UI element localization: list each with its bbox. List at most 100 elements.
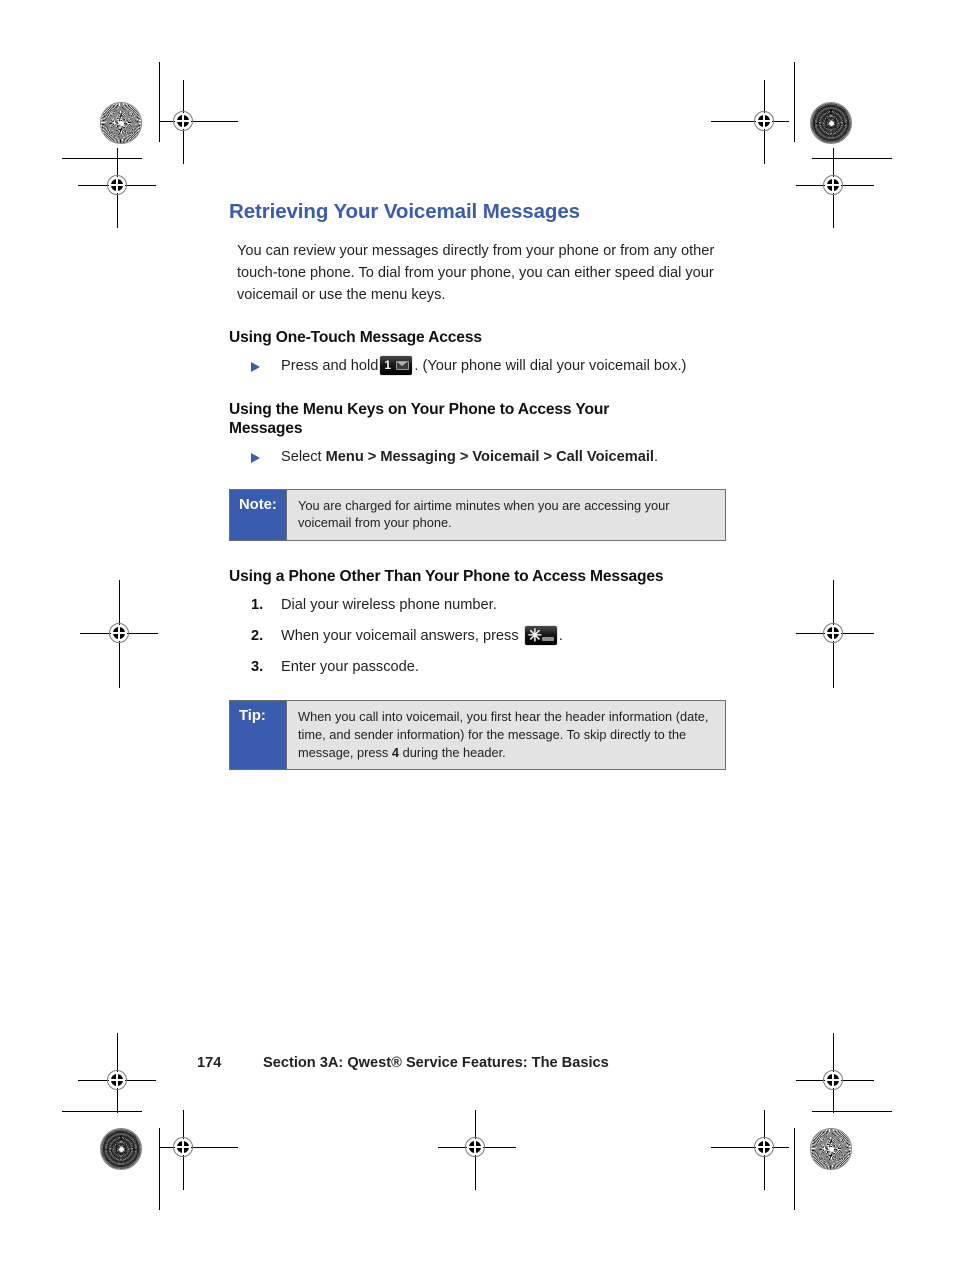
registration-mark-middle-right — [796, 580, 874, 688]
key-star-glyph: ✳ — [527, 625, 542, 645]
crop-line-bottom-left-horizontal — [62, 1111, 142, 1112]
subheading-menu-keys: Using the Menu Keys on Your Phone to Acc… — [229, 400, 610, 438]
bullet-prefix-text: Press and hold — [281, 357, 379, 374]
step-text: Enter your passcode. — [281, 658, 419, 675]
reg-core — [175, 113, 191, 129]
reg-ring — [465, 1137, 485, 1157]
rosette-burst — [101, 1129, 141, 1169]
rosette-target-top-left — [100, 102, 142, 144]
note-text: You are charged for airtime minutes when… — [287, 489, 725, 541]
note-callout: Note: You are charged for airtime minute… — [229, 488, 726, 542]
registration-mark-bottom-right-inner — [711, 1110, 789, 1190]
reg-core — [756, 113, 772, 129]
reg-core — [825, 177, 841, 193]
triangle-bullet-icon — [251, 452, 260, 463]
rosette-hub — [828, 1146, 834, 1152]
reg-vertical-line — [119, 580, 120, 688]
tip-label: Tip: — [230, 701, 287, 770]
reg-core — [175, 1139, 191, 1155]
step-suffix-text: . — [558, 627, 563, 644]
reg-core — [109, 177, 125, 193]
key-dash-glyph — [541, 636, 554, 641]
reg-ring — [823, 1070, 843, 1090]
reg-horizontal-line — [796, 185, 874, 186]
reg-horizontal-line — [78, 1080, 156, 1081]
key-digit-label: 1 — [384, 357, 392, 372]
reg-horizontal-line — [438, 1147, 516, 1148]
reg-vertical-line — [117, 148, 118, 228]
bullet-item-text: Select Menu > Messaging > Voicemail > Ca… — [281, 447, 729, 469]
reg-horizontal-line — [796, 633, 874, 634]
bullet-list-one-touch: Press and hold 1 . (Your phone will dial y… — [229, 355, 729, 378]
step-number: 2. — [251, 627, 264, 644]
reg-core — [825, 1072, 841, 1088]
step-number: 3. — [251, 658, 264, 675]
reg-vertical-line — [833, 580, 834, 688]
key-envelope-glyph — [396, 360, 410, 370]
bullet-list-menu-keys: Select Menu > Messaging > Voicemail > Ca… — [229, 447, 729, 469]
step-number: 1. — [251, 596, 264, 613]
reg-vertical-line — [833, 1033, 834, 1113]
registration-mark-top-right-outer — [796, 148, 874, 228]
list-item: 1. Dial your wireless phone number. — [229, 595, 729, 617]
tip-emphasis-key: 4 — [391, 744, 400, 760]
reg-ring — [173, 1137, 193, 1157]
rosette-hub — [828, 120, 834, 126]
reg-vertical-line — [117, 1033, 118, 1113]
intro-paragraph: You can review your messages directly fr… — [237, 242, 715, 303]
numbered-step-list: 1. Dial your wireless phone number. 2. W… — [229, 595, 729, 679]
reg-vertical-line — [183, 80, 184, 164]
reg-horizontal-line — [796, 1080, 874, 1081]
registration-mark-bottom-left-outer — [78, 1033, 156, 1113]
page-footer: 174 Section 3A: Qwest® Service Features:… — [197, 1055, 609, 1071]
subheading-one-touch-access: Using One-Touch Message Access — [229, 329, 482, 347]
reg-horizontal-line — [160, 121, 238, 122]
step-text: Dial your wireless phone number. — [281, 596, 497, 613]
reg-horizontal-line — [711, 121, 789, 122]
triangle-bullet-icon — [251, 361, 260, 372]
rosette-target-top-right — [810, 102, 852, 144]
crop-line-bottom-right-horizontal — [812, 1111, 892, 1112]
rosette-hub — [118, 1146, 124, 1152]
reg-core — [467, 1139, 483, 1155]
registration-mark-top-left-outer — [78, 148, 156, 228]
note-label: Note: — [230, 489, 287, 541]
reg-core — [109, 1072, 125, 1088]
registration-mark-middle-left — [80, 580, 158, 688]
bullet-suffix-text: . — [653, 448, 659, 465]
tip-callout: Tip: When you call into voicemail, you f… — [229, 700, 726, 771]
registration-mark-top-right-inner — [711, 80, 789, 164]
footer-page-number: 174 — [197, 1055, 222, 1071]
star-key-icon: ✳ — [524, 625, 557, 645]
reg-vertical-line — [764, 80, 765, 164]
page-title: Retrieving Your Voicemail Messages — [229, 200, 580, 223]
tip-text: When you call into voicemail, you first … — [287, 701, 725, 770]
list-item: 2. When your voicemail answers, press ✳. — [229, 625, 729, 648]
crop-line-top-left-vertical — [159, 62, 160, 142]
rosette-hub — [118, 120, 124, 126]
registration-mark-top-left-inner — [160, 80, 238, 164]
reg-ring — [109, 623, 129, 643]
reg-vertical-line — [475, 1110, 476, 1190]
registration-mark-bottom-center — [438, 1110, 516, 1190]
crop-line-bottom-left-vertical — [159, 1128, 160, 1210]
reg-horizontal-line — [78, 185, 156, 186]
reg-ring — [173, 111, 193, 131]
rosette-burst — [101, 103, 141, 143]
crop-line-top-right-horizontal — [812, 158, 892, 159]
step-prefix-text: When your voicemail answers, press — [281, 627, 523, 644]
reg-horizontal-line — [711, 1147, 789, 1148]
crop-line-top-right-vertical — [794, 62, 795, 142]
list-item: Press and hold 1 . (Your phone will dial y… — [229, 355, 729, 378]
reg-vertical-line — [183, 1110, 184, 1190]
step-text: When your voicemail answers, press ✳. — [281, 625, 563, 648]
footer-section-label: Section 3A: Qwest® Service Features: The… — [263, 1055, 609, 1071]
reg-ring — [823, 175, 843, 195]
bullet-prefix-text: Select — [281, 448, 326, 465]
menu-path-text: Menu > Messaging > Voicemail > Call Voic… — [325, 448, 654, 465]
reg-horizontal-line — [160, 1147, 238, 1148]
crop-line-bottom-right-vertical — [794, 1128, 795, 1210]
reg-ring — [754, 111, 774, 131]
rosette-target-bottom-right — [810, 1128, 852, 1170]
subheading-other-phone: Using a Phone Other Than Your Phone to A… — [229, 568, 664, 586]
